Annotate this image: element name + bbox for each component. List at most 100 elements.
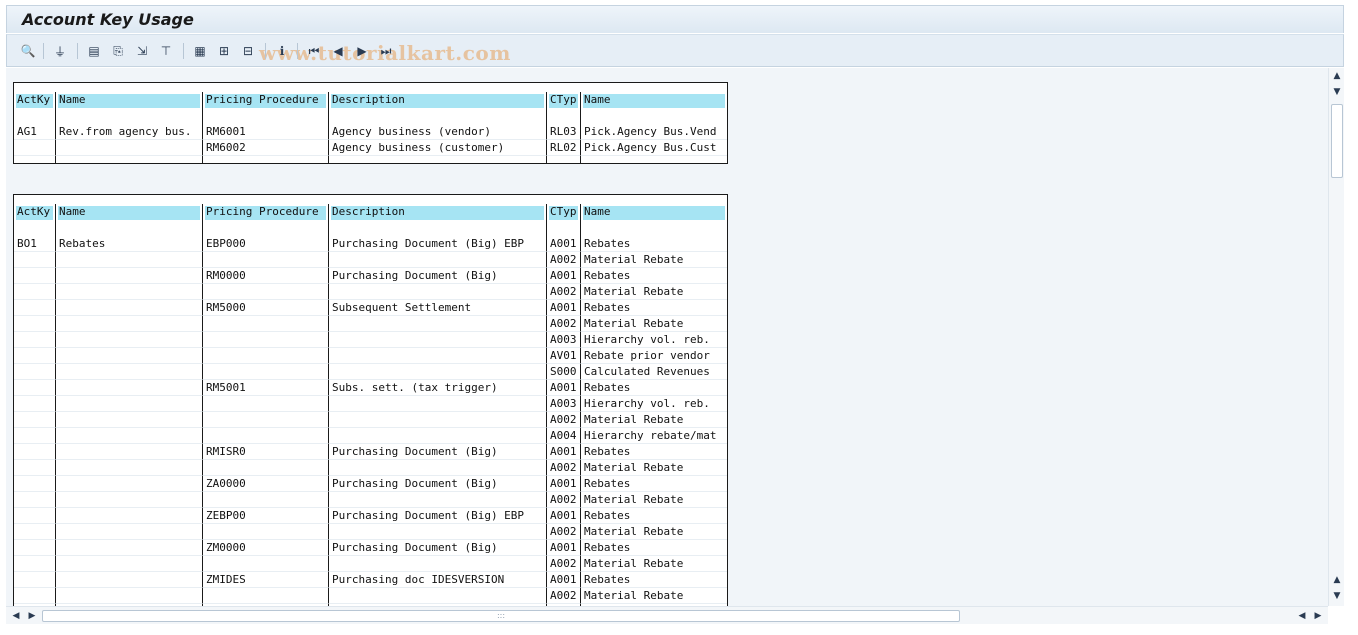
cell-actkey[interactable] (14, 140, 56, 156)
cell-condition-name[interactable]: Pick.Agency Bus.Vend (581, 124, 727, 140)
column-header-pricing-procedure[interactable]: Pricing Procedure (203, 92, 329, 108)
cell-description[interactable]: Purchasing Document (Big) EBP (329, 508, 547, 524)
cell-condition-name[interactable]: Rebates (581, 476, 727, 492)
cell-description[interactable]: Purchasing Document (Big) (329, 268, 547, 284)
cell-actkey[interactable] (14, 380, 56, 396)
cell-actkey[interactable] (14, 252, 56, 268)
cell-actkey[interactable] (14, 412, 56, 428)
cell-pricing-procedure[interactable] (203, 556, 329, 572)
cell-description[interactable] (329, 348, 547, 364)
cell-actkey[interactable] (14, 428, 56, 444)
cell-description[interactable]: Subsequent Settlement (329, 300, 547, 316)
cell-pricing-procedure[interactable]: RM5000 (203, 300, 329, 316)
cell-pricing-procedure[interactable] (203, 284, 329, 300)
cell-name[interactable] (56, 332, 203, 348)
cell-pricing-procedure[interactable] (203, 412, 329, 428)
cell-condition-name[interactable]: Pick.Agency Bus.Cust (581, 140, 727, 156)
cell-actkey[interactable] (14, 540, 56, 556)
cell-condition-name[interactable]: Rebates (581, 508, 727, 524)
print-preview-icon[interactable]: ⎘ (109, 42, 127, 60)
column-header-condition-name[interactable]: Name (581, 204, 727, 220)
cell-condition-type[interactable]: A001 (547, 444, 581, 460)
cell-condition-name[interactable]: Material Rebate (581, 252, 727, 268)
cell-description[interactable] (329, 460, 547, 476)
cell-condition-name[interactable]: Material Rebate (581, 412, 727, 428)
layout-grid-icon[interactable]: ▦ (191, 42, 209, 60)
cell-name[interactable] (56, 412, 203, 428)
cell-name[interactable] (56, 460, 203, 476)
cell-description[interactable]: Purchasing Document (Big) (329, 476, 547, 492)
cell-pricing-procedure[interactable]: RM5001 (203, 380, 329, 396)
table-row[interactable]: AG1 Rev.from agency bus. RM6001 Agency busi… (14, 124, 727, 140)
cell-condition-name[interactable]: Material Rebate (581, 316, 727, 332)
cell-description[interactable] (329, 252, 547, 268)
column-header-condition-type[interactable]: CTyp (547, 92, 581, 108)
cell-description[interactable]: Purchasing Document (Big) (329, 540, 547, 556)
cell-condition-name[interactable]: Hierarchy vol. reb. (581, 332, 727, 348)
cell-actkey[interactable] (14, 460, 56, 476)
cell-condition-name[interactable]: Material Rebate (581, 556, 727, 572)
table-row[interactable]: RM5001 Subs. sett. (tax trigger) A001 Rebat… (14, 380, 727, 396)
cell-description[interactable] (329, 556, 547, 572)
cell-actkey[interactable] (14, 396, 56, 412)
cell-name[interactable] (56, 540, 203, 556)
cell-description[interactable] (329, 412, 547, 428)
cell-actkey[interactable] (14, 284, 56, 300)
filter-icon[interactable]: ⏚ (51, 42, 69, 60)
table-row[interactable]: A002 Material Rebate (14, 412, 727, 428)
table-row[interactable]: A002 Material Rebate (14, 524, 727, 540)
column-header-actkey[interactable]: ActKy (14, 92, 56, 108)
cell-condition-name[interactable]: Rebates (581, 572, 727, 588)
cell-condition-type[interactable]: RL02 (547, 140, 581, 156)
cell-condition-name[interactable]: Rebates (581, 236, 727, 252)
info-icon[interactable]: ℹ (273, 42, 291, 60)
cell-pricing-procedure[interactable]: ZMIDES (203, 572, 329, 588)
cell-condition-type[interactable]: A002 (547, 524, 581, 540)
cell-actkey[interactable] (14, 348, 56, 364)
table-row[interactable]: BO1 Rebates EBP000 Purchasing Document (Big… (14, 236, 727, 252)
cell-description[interactable] (329, 332, 547, 348)
cell-pricing-procedure[interactable] (203, 460, 329, 476)
cell-name[interactable] (56, 492, 203, 508)
table-row[interactable]: A002 Material Rebate (14, 284, 727, 300)
cell-actkey[interactable] (14, 556, 56, 572)
cell-name[interactable] (56, 508, 203, 524)
cell-name[interactable] (56, 588, 203, 604)
cell-pricing-procedure[interactable] (203, 396, 329, 412)
cell-actkey[interactable] (14, 332, 56, 348)
cell-condition-type[interactable]: A001 (547, 380, 581, 396)
cell-condition-type[interactable]: A002 (547, 284, 581, 300)
column-header-actkey[interactable]: ActKy (14, 204, 56, 220)
horizontal-scrollbar[interactable]: ◀ ▶ ::: ◀ ▶ (6, 606, 1328, 624)
cell-condition-name[interactable]: Material Rebate (581, 524, 727, 540)
table-row[interactable]: ZMIDES Purchasing doc IDESVERSION A001 Reba… (14, 572, 727, 588)
cell-name[interactable] (56, 252, 203, 268)
cell-condition-type[interactable]: A002 (547, 556, 581, 572)
cell-actkey[interactable] (14, 300, 56, 316)
table-row[interactable]: RM5000 Subsequent Settlement A001 Rebates (14, 300, 727, 316)
cell-pricing-procedure[interactable]: RM6001 (203, 124, 329, 140)
cell-name[interactable] (56, 444, 203, 460)
cell-pricing-procedure[interactable]: ZA0000 (203, 476, 329, 492)
cell-condition-name[interactable]: Rebates (581, 444, 727, 460)
last-page-icon[interactable]: ⏭ (377, 42, 395, 60)
table-row[interactable]: A002 Material Rebate (14, 588, 727, 604)
cell-name[interactable] (56, 284, 203, 300)
cell-condition-type[interactable]: A001 (547, 540, 581, 556)
cell-actkey[interactable] (14, 316, 56, 332)
cell-condition-type[interactable]: A001 (547, 268, 581, 284)
cell-actkey[interactable] (14, 508, 56, 524)
cell-pricing-procedure[interactable]: ZM0000 (203, 540, 329, 556)
cell-actkey[interactable] (14, 268, 56, 284)
cell-name[interactable]: Rev.from agency bus. (56, 124, 203, 140)
cell-pricing-procedure[interactable] (203, 524, 329, 540)
horizontal-scroll-thumb[interactable]: ::: (42, 610, 960, 622)
previous-page-icon[interactable]: ◀ (329, 42, 347, 60)
cell-pricing-procedure[interactable] (203, 492, 329, 508)
scroll-right-icon[interactable]: ▶ (1312, 610, 1324, 622)
column-header-name[interactable]: Name (56, 92, 203, 108)
scroll-down-icon[interactable]: ▼ (1331, 590, 1343, 602)
cell-condition-type[interactable]: A002 (547, 412, 581, 428)
table-row[interactable]: AV01 Rebate prior vendor (14, 348, 727, 364)
cell-condition-type[interactable]: A001 (547, 300, 581, 316)
